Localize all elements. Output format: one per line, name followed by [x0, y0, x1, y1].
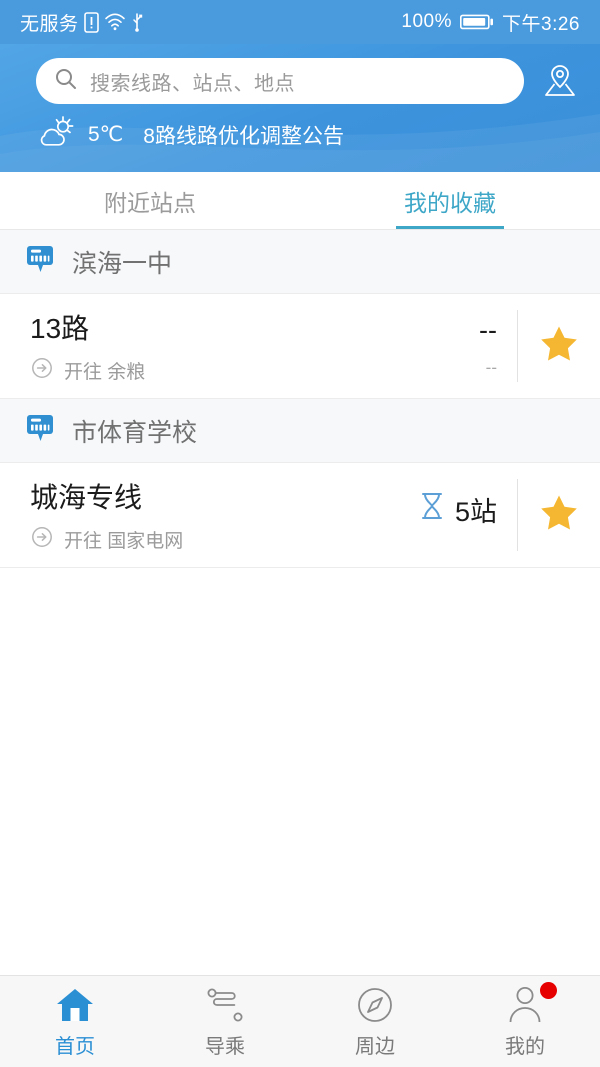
app-screen: 无服务 100% 下午3:26 搜索线路、站点、地点 5℃ 8路线路优化调整公告… [0, 0, 600, 1067]
favorite-toggle[interactable] [518, 490, 600, 541]
usb-icon [131, 12, 143, 32]
star-icon [536, 321, 582, 372]
route-info: 13路 开往 余粮 [30, 307, 379, 385]
route-icon [203, 984, 247, 1026]
station-name: 滨海一中 [72, 249, 173, 278]
route-eta: 5站 [379, 490, 517, 541]
nav-item-home[interactable]: 首页 [0, 976, 150, 1067]
route-row[interactable]: 13路 开往 余粮 -- -- [0, 294, 600, 399]
route-eta-primary-wrap: 5站 [419, 490, 497, 529]
tab-nearby-stops[interactable]: 附近站点 [0, 172, 300, 229]
bus-stop-icon [24, 411, 58, 450]
clock-label: 下午3:26 [502, 13, 580, 35]
nav-item-profile[interactable]: 我的 [450, 976, 600, 1067]
home-icon [54, 984, 96, 1026]
status-bar-right: 100% 下午3:26 [401, 9, 580, 36]
bus-stop-icon [24, 242, 58, 281]
star-icon [536, 490, 582, 541]
route-direction-label: 开往 国家电网 [64, 531, 184, 552]
compass-icon [354, 984, 396, 1026]
arrow-circle-icon [30, 525, 54, 554]
partly-cloudy-icon [34, 114, 78, 155]
route-direction: 开往 国家电网 [30, 525, 379, 554]
battery-icon [460, 13, 494, 31]
route-eta: -- -- [379, 315, 517, 378]
notification-badge [540, 982, 557, 999]
search-row: 搜索线路、站点、地点 [0, 44, 600, 104]
map-pin-icon[interactable] [538, 59, 582, 103]
hourglass-icon [419, 491, 445, 528]
nav-item-route-label: 导乘 [205, 1036, 245, 1058]
search-placeholder: 搜索线路、站点、地点 [90, 72, 295, 95]
route-direction: 开往 余粮 [30, 356, 379, 385]
favorites-list: 滨海一中 13路 开往 余粮 -- -- 市体育学校 城海专线 开往 国家电网 … [0, 230, 600, 975]
tab-bar: 附近站点 我的收藏 [0, 172, 600, 230]
weather-notice-row[interactable]: 5℃ 8路线路优化调整公告 [0, 104, 600, 155]
announcement-text: 8路线路优化调整公告 [143, 124, 344, 148]
nav-item-nearby[interactable]: 周边 [300, 976, 450, 1067]
wifi-icon [104, 13, 126, 31]
tab-my-favorites[interactable]: 我的收藏 [300, 172, 600, 229]
station-name: 市体育学校 [72, 418, 198, 447]
search-icon [54, 67, 78, 96]
route-row[interactable]: 城海专线 开往 国家电网 5站 [0, 463, 600, 568]
status-bar: 无服务 100% 下午3:26 [0, 0, 600, 44]
arrow-circle-icon [30, 356, 54, 385]
search-input[interactable]: 搜索线路、站点、地点 [36, 58, 524, 104]
person-icon [505, 982, 557, 1026]
bottom-navigation: 首页 导乘 周边 我的 [0, 975, 600, 1067]
nav-item-nearby-label: 周边 [355, 1036, 395, 1058]
route-info: 城海专线 开往 国家电网 [30, 476, 379, 554]
station-header[interactable]: 市体育学校 [0, 399, 600, 463]
battery-percent-label: 100% [401, 11, 453, 32]
weather-temperature: 5℃ [88, 123, 124, 146]
route-eta-primary: -- [479, 314, 497, 345]
app-header: 搜索线路、站点、地点 5℃ 8路线路优化调整公告 [0, 44, 600, 172]
sim-alert-icon [83, 11, 99, 33]
favorite-toggle[interactable] [518, 321, 600, 372]
tab-nearby-stops-label: 附近站点 [104, 189, 196, 216]
carrier-label: 无服务 [20, 13, 79, 35]
tab-my-favorites-label: 我的收藏 [404, 189, 496, 216]
route-eta-primary: 5站 [454, 496, 497, 527]
nav-item-home-label: 首页 [55, 1036, 95, 1058]
nav-item-profile-label: 我的 [505, 1036, 545, 1058]
station-header[interactable]: 滨海一中 [0, 230, 600, 294]
status-bar-left: 无服务 [20, 9, 143, 36]
nav-item-route[interactable]: 导乘 [150, 976, 300, 1067]
route-eta-secondary: -- [485, 357, 497, 377]
route-name: 13路 [30, 313, 90, 344]
route-direction-label: 开往 余粮 [64, 362, 146, 383]
route-name: 城海专线 [30, 482, 143, 513]
